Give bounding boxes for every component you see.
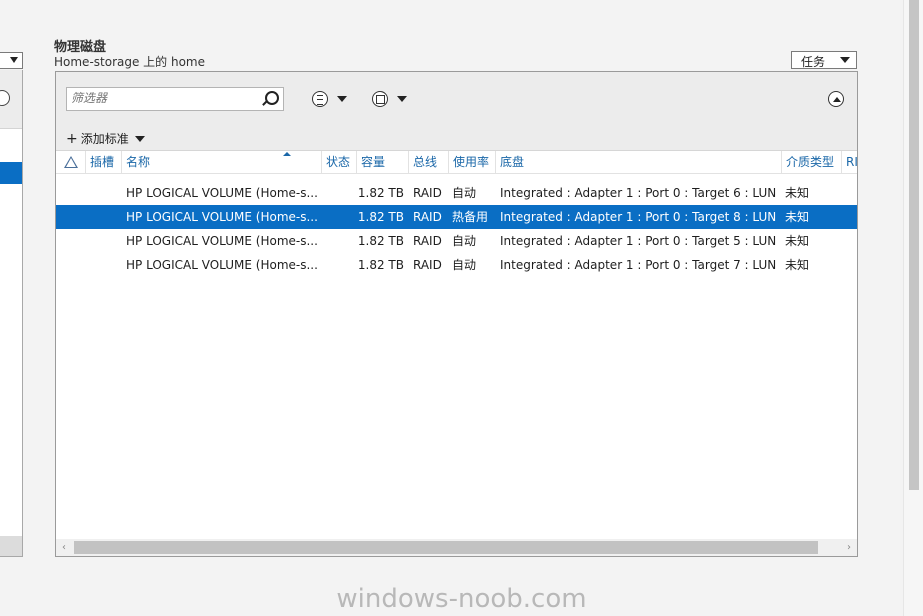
column-header-media-type[interactable]: 介质类型 — [781, 151, 841, 173]
search-icon[interactable] — [265, 91, 279, 105]
expand-icon[interactable] — [0, 90, 10, 106]
chevron-down-icon — [10, 57, 18, 63]
column-header-capacity[interactable]: 容量 — [356, 151, 408, 173]
table-row-selected[interactable]: HP LOGICAL VOLUME (Home-s... 1.82 TB RAI… — [56, 205, 857, 229]
chevron-down-icon — [840, 57, 850, 63]
column-header-bus[interactable]: 总线 — [408, 151, 448, 173]
cell-name: HP LOGICAL VOLUME (Home-s... — [126, 186, 318, 200]
scroll-left-icon[interactable]: ‹ — [62, 542, 66, 553]
physical-disks-panel: + 添加标准 插槽 名称 状态 容量 总线 使用率 底盘 介质类型 RI HP … — [55, 71, 858, 557]
list-view-icon[interactable] — [312, 91, 328, 107]
column-header-slot[interactable]: 插槽 — [85, 151, 121, 173]
cell-usage: 自动 — [452, 258, 477, 272]
column-header-name[interactable]: 名称 — [121, 151, 321, 173]
watermark: windows-noob.com — [336, 584, 587, 614]
cell-name: HP LOGICAL VOLUME (Home-s... — [126, 258, 318, 272]
warning-icon — [64, 156, 78, 168]
column-header-name-label: 名称 — [126, 155, 151, 169]
plus-icon: + — [66, 130, 78, 147]
cell-chassis: Integrated : Adapter 1 : Port 0 : Target… — [500, 234, 780, 248]
scrollbar-thumb[interactable] — [74, 541, 818, 554]
panel-toolbar: + 添加标准 — [56, 72, 857, 151]
left-dropdown[interactable] — [0, 52, 23, 69]
cell-capacity: 1.82 TB — [357, 234, 404, 248]
section-subtitle: Home-storage 上的 home — [54, 55, 206, 69]
tasks-label: 任务 — [801, 55, 826, 69]
cell-media-type: 未知 — [785, 258, 810, 272]
column-header-chassis[interactable]: 底盘 — [495, 151, 781, 173]
column-header-ri[interactable]: RI — [841, 151, 857, 173]
cell-bus: RAID — [413, 186, 442, 200]
cell-capacity: 1.82 TB — [357, 258, 404, 272]
filter-input[interactable] — [67, 88, 261, 108]
cell-chassis: Integrated : Adapter 1 : Port 0 : Target… — [500, 258, 780, 272]
cell-chassis: Integrated : Adapter 1 : Port 0 : Target… — [500, 186, 780, 200]
filter-box[interactable] — [66, 87, 284, 111]
chevron-down-icon — [134, 135, 145, 142]
view-menu-chevron-down-icon[interactable] — [337, 96, 347, 102]
scroll-right-icon[interactable]: › — [847, 542, 851, 553]
left-panel-toolbar — [0, 70, 22, 129]
horizontal-scrollbar[interactable]: ‹ › — [56, 539, 857, 556]
column-header-row: 插槽 名称 状态 容量 总线 使用率 底盘 介质类型 RI — [56, 151, 857, 174]
cell-bus: RAID — [413, 210, 442, 224]
table-row[interactable]: HP LOGICAL VOLUME (Home-s... 1.82 TB RAI… — [56, 229, 857, 253]
cell-media-type: 未知 — [785, 186, 810, 200]
vertical-scrollbar[interactable] — [903, 0, 923, 616]
cell-usage: 热备用 — [452, 210, 489, 224]
cell-bus: RAID — [413, 258, 442, 272]
add-criteria-label: 添加标准 — [80, 132, 129, 146]
table-row[interactable]: HP LOGICAL VOLUME (Home-s... 1.82 TB RAI… — [56, 181, 857, 205]
left-panel-selected-row[interactable] — [0, 162, 22, 184]
column-header-status[interactable]: 状态 — [321, 151, 356, 173]
column-header-usage[interactable]: 使用率 — [448, 151, 495, 173]
cell-usage: 自动 — [452, 234, 477, 248]
left-panel — [0, 70, 23, 557]
vertical-scrollbar-thumb[interactable] — [909, 0, 919, 490]
cell-chassis: Integrated : Adapter 1 : Port 0 : Target… — [500, 210, 780, 224]
cell-media-type: 未知 — [785, 210, 810, 224]
sort-ascending-icon — [283, 152, 291, 156]
cell-name: HP LOGICAL VOLUME (Home-s... — [126, 210, 318, 224]
cell-bus: RAID — [413, 234, 442, 248]
collapse-icon[interactable] — [828, 91, 844, 107]
cell-media-type: 未知 — [785, 234, 810, 248]
table-row[interactable]: HP LOGICAL VOLUME (Home-s... 1.82 TB RAI… — [56, 253, 857, 277]
cell-capacity: 1.82 TB — [357, 210, 404, 224]
save-icon[interactable] — [372, 91, 388, 107]
tasks-button[interactable]: 任务 — [791, 51, 857, 69]
cell-name: HP LOGICAL VOLUME (Home-s... — [126, 234, 318, 248]
add-criteria-button[interactable]: + 添加标准 — [66, 130, 145, 147]
column-header-warning[interactable] — [56, 151, 84, 173]
left-panel-scrollbar[interactable] — [0, 536, 22, 556]
cell-usage: 自动 — [452, 186, 477, 200]
cell-capacity: 1.82 TB — [357, 186, 404, 200]
save-menu-chevron-down-icon[interactable] — [397, 96, 407, 102]
